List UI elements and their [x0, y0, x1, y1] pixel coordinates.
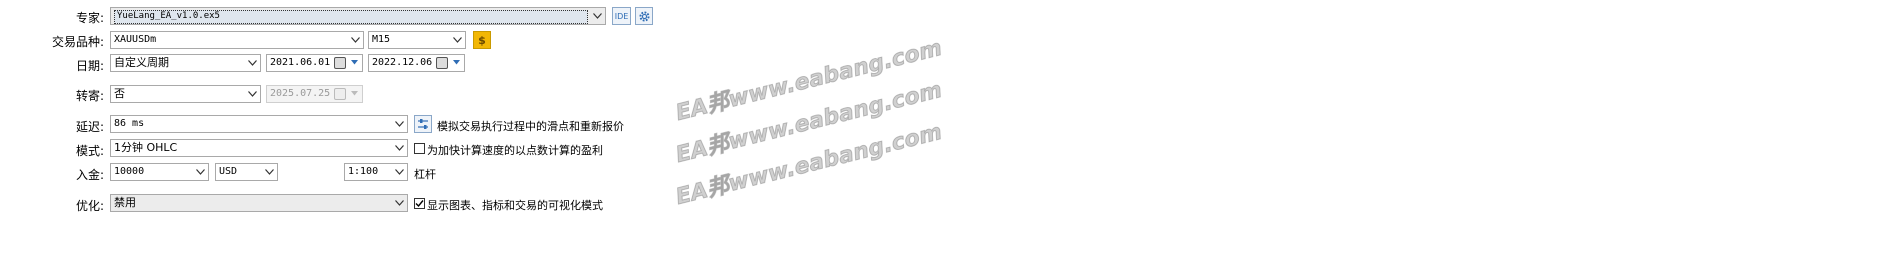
- optimization-value: 禁用: [114, 196, 136, 209]
- chevron-down-icon: [393, 195, 405, 211]
- model-value: 1分钟 OHLC: [114, 141, 178, 154]
- calendar-icon: [334, 88, 346, 100]
- chevron-down-icon: [351, 91, 358, 96]
- delay-select[interactable]: 86 ms: [110, 115, 408, 133]
- points-profit-label: 为加快计算速度的以点数计算的盈利: [427, 144, 603, 157]
- calendar-icon: [334, 57, 346, 69]
- deposit-currency-value: USD: [219, 166, 238, 177]
- chevron-down-icon: [349, 32, 361, 48]
- expert-label: 专家:: [75, 11, 104, 25]
- symbol-label: 交易品种:: [51, 35, 104, 49]
- chevron-down-icon: [393, 116, 405, 132]
- date-to-picker[interactable]: 2022.12.06: [368, 54, 465, 72]
- optimization-label: 优化:: [75, 199, 104, 213]
- date-label: 日期:: [75, 59, 104, 73]
- model-label: 模式:: [75, 144, 104, 158]
- chevron-down-icon: [351, 60, 358, 65]
- forward-label: 转寄:: [75, 89, 104, 103]
- date-period-select[interactable]: 自定义周期: [110, 54, 261, 72]
- expert-value: YueLang_EA_v1.0.ex5: [114, 10, 588, 24]
- chevron-down-icon: [246, 86, 258, 102]
- sliders-icon: [418, 119, 428, 129]
- chevron-down-icon: [451, 32, 463, 48]
- date-from-picker[interactable]: 2021.06.01: [266, 54, 363, 72]
- points-profit-checkbox[interactable]: [414, 143, 425, 154]
- visual-mode-label: 显示图表、指标和交易的可视化模式: [427, 199, 603, 212]
- chevron-down-icon: [246, 55, 258, 71]
- checkmark-icon: [415, 200, 424, 208]
- forward-date-value: 2025.07.25: [270, 88, 331, 99]
- symbol-properties-button[interactable]: $: [473, 31, 491, 49]
- expert-settings-button[interactable]: [635, 7, 653, 25]
- forward-date-picker: 2025.07.25: [266, 85, 363, 103]
- model-select[interactable]: 1分钟 OHLC: [110, 139, 408, 157]
- deposit-amount-select[interactable]: 10000: [110, 163, 209, 181]
- date-period-value: 自定义周期: [114, 56, 169, 69]
- ide-button[interactable]: IDE: [612, 7, 631, 25]
- symbol-value: XAUUSDm: [114, 34, 157, 45]
- delay-label: 延迟:: [75, 120, 104, 134]
- dollar-icon: $: [478, 33, 486, 47]
- deposit-currency-select[interactable]: USD: [215, 163, 278, 181]
- timeframe-value: M15: [372, 34, 391, 45]
- chevron-down-icon: [393, 140, 405, 156]
- delay-description: 模拟交易执行过程中的滑点和重新报价: [437, 120, 624, 133]
- forward-value: 否: [114, 87, 125, 100]
- chevron-down-icon: [591, 8, 603, 24]
- deposit-label: 入金:: [75, 168, 104, 182]
- symbol-select[interactable]: XAUUSDm: [110, 31, 364, 49]
- visual-mode-checkbox[interactable]: [414, 198, 425, 209]
- date-to-value: 2022.12.06: [372, 57, 433, 68]
- gear-icon: [638, 10, 650, 22]
- delay-settings-button[interactable]: [414, 115, 432, 133]
- forward-select[interactable]: 否: [110, 85, 261, 103]
- chevron-down-icon: [393, 164, 405, 180]
- calendar-icon: [436, 57, 448, 69]
- date-from-value: 2021.06.01: [270, 57, 331, 68]
- chevron-down-icon: [263, 164, 275, 180]
- leverage-value: 1:100: [348, 166, 379, 177]
- expert-select[interactable]: YueLang_EA_v1.0.ex5: [110, 7, 606, 25]
- chevron-down-icon: [453, 60, 460, 65]
- chevron-down-icon: [194, 164, 206, 180]
- leverage-label: 杠杆: [414, 168, 436, 181]
- timeframe-select[interactable]: M15: [368, 31, 466, 49]
- ide-label: IDE: [614, 11, 629, 21]
- deposit-amount-value: 10000: [114, 166, 145, 177]
- leverage-select[interactable]: 1:100: [344, 163, 408, 181]
- optimization-select[interactable]: 禁用: [110, 194, 408, 212]
- delay-value: 86 ms: [114, 118, 145, 129]
